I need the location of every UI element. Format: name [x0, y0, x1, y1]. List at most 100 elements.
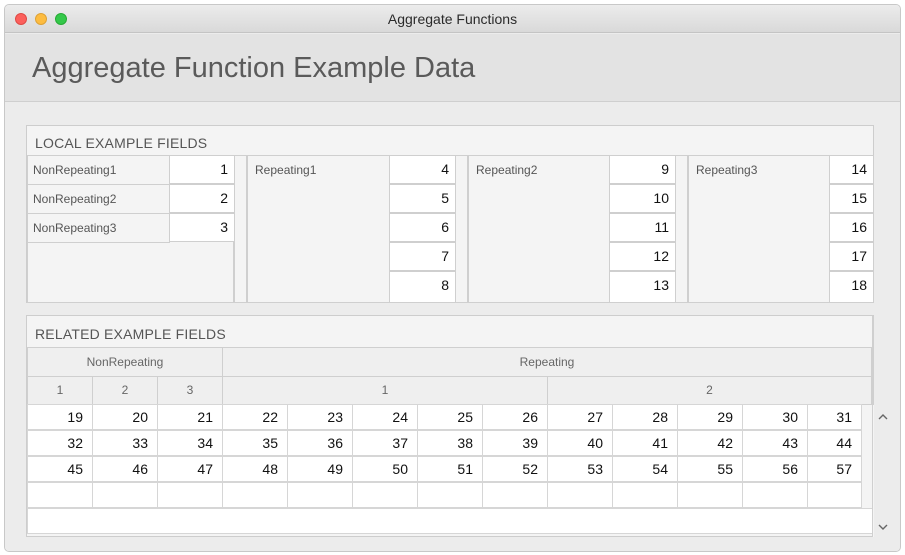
repeating1-field[interactable]: 7	[389, 242, 456, 271]
page-title: Aggregate Function Example Data	[32, 52, 476, 84]
grid-cell[interactable]: 29	[677, 404, 743, 430]
grid-cell[interactable]	[287, 482, 353, 508]
window-title: Aggregate Functions	[387, 11, 518, 27]
grid-cell[interactable]: 19	[27, 404, 93, 430]
chevron-down-icon[interactable]	[878, 520, 888, 534]
related-section-label: RELATED EXAMPLE FIELDS	[35, 326, 226, 342]
grid-cell[interactable]: 36	[287, 430, 353, 456]
grid-cell[interactable]	[417, 482, 483, 508]
grid-cell[interactable]	[482, 482, 548, 508]
nonrepeating-col-header: 3	[157, 376, 223, 405]
grid-cell[interactable]: 38	[417, 430, 483, 456]
grid-cell[interactable]: 32	[27, 430, 93, 456]
grid-cell[interactable]	[612, 482, 678, 508]
nonrepeating-group-header: NonRepeating	[27, 347, 223, 377]
repeating2-field[interactable]: 11	[609, 213, 676, 242]
grid-cell[interactable]: 53	[547, 456, 613, 482]
repeating2-field[interactable]: 9	[609, 155, 676, 184]
grid-cell[interactable]: 54	[612, 456, 678, 482]
repeating1-field[interactable]: 5	[389, 184, 456, 213]
repeating1-label: Repeating1	[255, 163, 317, 177]
grid-cell[interactable]: 40	[547, 430, 613, 456]
grid-cell[interactable]: 35	[222, 430, 288, 456]
repeating-col-header: 1	[222, 376, 548, 405]
repeating2-field[interactable]: 12	[609, 242, 676, 271]
app-window: Aggregate Functions Aggregate Function E…	[4, 4, 901, 552]
repeating3-field[interactable]: 18	[829, 271, 874, 303]
grid-cell[interactable]: 26	[482, 404, 548, 430]
chevron-up-icon[interactable]	[878, 410, 888, 424]
repeating3-field[interactable]: 14	[829, 155, 874, 184]
column-separator	[234, 155, 247, 303]
grid-cell[interactable]: 46	[92, 456, 158, 482]
grid-cell[interactable]: 56	[742, 456, 808, 482]
grid-cell[interactable]	[742, 482, 808, 508]
grid-cell[interactable]: 57	[807, 456, 862, 482]
content-area: LOCAL EXAMPLE FIELDS NonRepeating1 1 Non…	[5, 103, 900, 551]
repeating3-field[interactable]: 17	[829, 242, 874, 271]
grid-blank-row[interactable]	[27, 508, 873, 534]
grid-cell[interactable]: 30	[742, 404, 808, 430]
grid-cell[interactable]	[547, 482, 613, 508]
grid-cell[interactable]: 25	[417, 404, 483, 430]
local-section-label: LOCAL EXAMPLE FIELDS	[35, 135, 208, 151]
grid-cell[interactable]: 31	[807, 404, 862, 430]
grid-cell[interactable]: 41	[612, 430, 678, 456]
nonrepeating-col-header: 2	[92, 376, 158, 405]
nonrepeating3-label: NonRepeating3	[33, 221, 117, 235]
nonrepeating-col-header: 1	[27, 376, 93, 405]
nonrepeating1-label: NonRepeating1	[33, 163, 117, 177]
repeating2-field[interactable]: 13	[609, 271, 676, 303]
grid-cell[interactable]: 22	[222, 404, 288, 430]
grid-cell[interactable]: 52	[482, 456, 548, 482]
repeating2-label: Repeating2	[476, 163, 538, 177]
grid-cell[interactable]: 55	[677, 456, 743, 482]
repeating3-field[interactable]: 16	[829, 213, 874, 242]
column-separator	[675, 155, 688, 303]
grid-cell[interactable]: 48	[222, 456, 288, 482]
grid-cell[interactable]: 37	[352, 430, 418, 456]
repeating2-field[interactable]: 10	[609, 184, 676, 213]
grid-cell[interactable]	[807, 482, 862, 508]
grid-cell[interactable]: 39	[482, 430, 548, 456]
grid-cell[interactable]: 49	[287, 456, 353, 482]
grid-cell[interactable]: 47	[157, 456, 223, 482]
grid-cell[interactable]	[92, 482, 158, 508]
grid-cell[interactable]: 51	[417, 456, 483, 482]
repeating-group-header: Repeating	[222, 347, 872, 377]
grid-cell[interactable]: 50	[352, 456, 418, 482]
grid-cell[interactable]	[352, 482, 418, 508]
repeating3-field[interactable]: 15	[829, 184, 874, 213]
grid-cell[interactable]	[222, 482, 288, 508]
page-header: Aggregate Function Example Data	[5, 34, 900, 102]
nonrepeating3-field[interactable]: 3	[169, 213, 235, 242]
grid-cell[interactable]	[27, 482, 93, 508]
grid-cell[interactable]: 27	[547, 404, 613, 430]
grid-cell[interactable]: 33	[92, 430, 158, 456]
grid-cell[interactable]: 43	[742, 430, 808, 456]
grid-cell[interactable]: 20	[92, 404, 158, 430]
grid-cell[interactable]: 23	[287, 404, 353, 430]
grid-cell[interactable]: 45	[27, 456, 93, 482]
nonrepeating2-label: NonRepeating2	[33, 192, 117, 206]
nonrepeating2-field[interactable]: 2	[169, 184, 235, 213]
grid-cell[interactable]: 28	[612, 404, 678, 430]
column-separator	[455, 155, 468, 303]
repeating-col-header: 2	[547, 376, 872, 405]
grid-cell[interactable]: 21	[157, 404, 223, 430]
repeating1-field[interactable]: 6	[389, 213, 456, 242]
nonrepeating1-field[interactable]: 1	[169, 155, 235, 184]
repeating1-field[interactable]: 4	[389, 155, 456, 184]
scroll-header-spacer	[872, 316, 874, 405]
grid-cell[interactable]: 24	[352, 404, 418, 430]
local-fields-panel: LOCAL EXAMPLE FIELDS NonRepeating1 1 Non…	[26, 125, 874, 303]
grid-cell[interactable]: 42	[677, 430, 743, 456]
grid-cell[interactable]	[157, 482, 223, 508]
related-fields-panel: RELATED EXAMPLE FIELDS NonRepeating Repe…	[26, 315, 888, 537]
grid-cell[interactable]: 34	[157, 430, 223, 456]
repeating3-label: Repeating3	[696, 163, 758, 177]
repeating1-field[interactable]: 8	[389, 271, 456, 303]
title-bar: Aggregate Functions	[5, 5, 900, 33]
grid-cell[interactable]	[677, 482, 743, 508]
grid-cell[interactable]: 44	[807, 430, 862, 456]
